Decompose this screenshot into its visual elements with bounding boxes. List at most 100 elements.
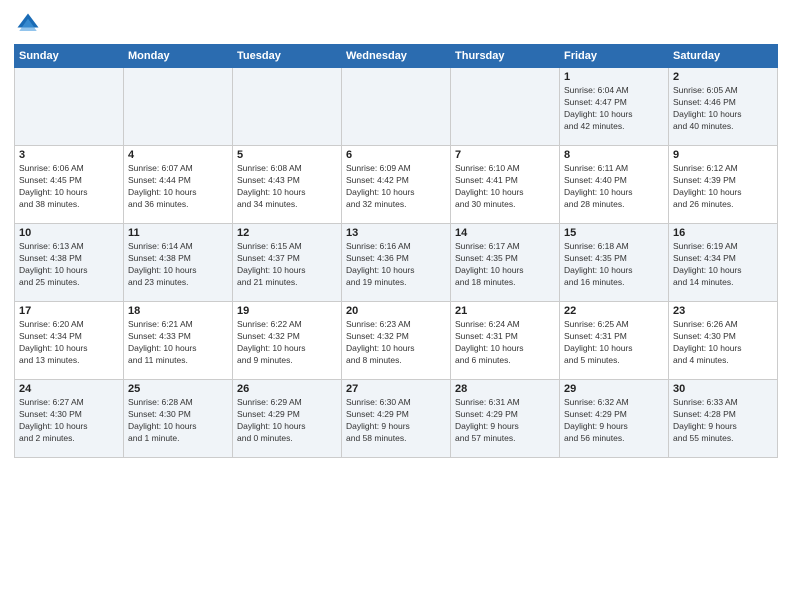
day-info: Sunrise: 6:28 AM Sunset: 4:30 PM Dayligh… (128, 397, 228, 445)
weekday-header-saturday: Saturday (669, 45, 778, 68)
day-info: Sunrise: 6:24 AM Sunset: 4:31 PM Dayligh… (455, 319, 555, 367)
day-info: Sunrise: 6:04 AM Sunset: 4:47 PM Dayligh… (564, 85, 664, 133)
day-info: Sunrise: 6:09 AM Sunset: 4:42 PM Dayligh… (346, 163, 446, 211)
calendar-row-1: 3 Sunrise: 6:06 AM Sunset: 4:45 PM Daylig… (15, 146, 778, 224)
day-number: 5 (237, 149, 337, 161)
day-number: 21 (455, 305, 555, 317)
day-info: Sunrise: 6:17 AM Sunset: 4:35 PM Dayligh… (455, 241, 555, 289)
calendar-cell: 11 Sunrise: 6:14 AM Sunset: 4:38 PM Dayli… (124, 224, 233, 302)
day-info: Sunrise: 6:05 AM Sunset: 4:46 PM Dayligh… (673, 85, 773, 133)
day-info: Sunrise: 6:23 AM Sunset: 4:32 PM Dayligh… (346, 319, 446, 367)
day-number: 12 (237, 227, 337, 239)
calendar-row-2: 10 Sunrise: 6:13 AM Sunset: 4:38 PM Dayli… (15, 224, 778, 302)
calendar-cell: 1 Sunrise: 6:04 AM Sunset: 4:47 PM Daylig… (560, 68, 669, 146)
day-info: Sunrise: 6:26 AM Sunset: 4:30 PM Dayligh… (673, 319, 773, 367)
calendar-cell (15, 68, 124, 146)
calendar-cell: 15 Sunrise: 6:18 AM Sunset: 4:35 PM Dayli… (560, 224, 669, 302)
day-number: 22 (564, 305, 664, 317)
weekday-header-friday: Friday (560, 45, 669, 68)
calendar-cell: 18 Sunrise: 6:21 AM Sunset: 4:33 PM Dayli… (124, 302, 233, 380)
calendar-row-0: 1 Sunrise: 6:04 AM Sunset: 4:47 PM Daylig… (15, 68, 778, 146)
day-info: Sunrise: 6:31 AM Sunset: 4:29 PM Dayligh… (455, 397, 555, 445)
day-info: Sunrise: 6:32 AM Sunset: 4:29 PM Dayligh… (564, 397, 664, 445)
calendar-cell: 13Sunrise: 6:16 AM Sunset: 4:36 PM Dayli… (342, 224, 451, 302)
day-number: 25 (128, 383, 228, 395)
day-number: 3 (19, 149, 119, 161)
day-info: Sunrise: 6:19 AM Sunset: 4:34 PM Dayligh… (673, 241, 773, 289)
day-number: 9 (673, 149, 773, 161)
calendar-cell: 19 Sunrise: 6:22 AM Sunset: 4:32 PM Dayli… (233, 302, 342, 380)
day-number: 16 (673, 227, 773, 239)
calendar-row-3: 17 Sunrise: 6:20 AM Sunset: 4:34 PM Dayli… (15, 302, 778, 380)
calendar-cell: 16 Sunrise: 6:19 AM Sunset: 4:34 PM Dayli… (669, 224, 778, 302)
day-number: 15 (564, 227, 664, 239)
day-number: 28 (455, 383, 555, 395)
day-info: Sunrise: 6:22 AM Sunset: 4:32 PM Dayligh… (237, 319, 337, 367)
day-info: Sunrise: 6:06 AM Sunset: 4:45 PM Dayligh… (19, 163, 119, 211)
day-info: Sunrise: 6:14 AM Sunset: 4:38 PM Dayligh… (128, 241, 228, 289)
day-number: 20 (346, 305, 446, 317)
calendar-cell (342, 68, 451, 146)
day-number: 14 (455, 227, 555, 239)
weekday-header-thursday: Thursday (451, 45, 560, 68)
day-number: 26 (237, 383, 337, 395)
calendar-cell: 29 Sunrise: 6:32 AM Sunset: 4:29 PM Dayli… (560, 380, 669, 458)
day-info: Sunrise: 6:12 AM Sunset: 4:39 PM Dayligh… (673, 163, 773, 211)
day-info: Sunrise: 6:13 AM Sunset: 4:38 PM Dayligh… (19, 241, 119, 289)
calendar-cell: 25 Sunrise: 6:28 AM Sunset: 4:30 PM Dayli… (124, 380, 233, 458)
day-number: 23 (673, 305, 773, 317)
day-info: Sunrise: 6:33 AM Sunset: 4:28 PM Dayligh… (673, 397, 773, 445)
day-number: 27 (346, 383, 446, 395)
weekday-header-wednesday: Wednesday (342, 45, 451, 68)
day-info: Sunrise: 6:15 AM Sunset: 4:37 PM Dayligh… (237, 241, 337, 289)
calendar-table: SundayMondayTuesdayWednesdayThursdayFrid… (14, 44, 778, 458)
day-info: Sunrise: 6:20 AM Sunset: 4:34 PM Dayligh… (19, 319, 119, 367)
day-info: Sunrise: 6:18 AM Sunset: 4:35 PM Dayligh… (564, 241, 664, 289)
calendar-cell: 8Sunrise: 6:11 AM Sunset: 4:40 PM Daylig… (560, 146, 669, 224)
weekday-header-monday: Monday (124, 45, 233, 68)
calendar-cell (451, 68, 560, 146)
day-info: Sunrise: 6:29 AM Sunset: 4:29 PM Dayligh… (237, 397, 337, 445)
calendar-cell: 4 Sunrise: 6:07 AM Sunset: 4:44 PM Daylig… (124, 146, 233, 224)
day-number: 10 (19, 227, 119, 239)
page-container: SundayMondayTuesdayWednesdayThursdayFrid… (0, 0, 792, 466)
calendar-cell: 2 Sunrise: 6:05 AM Sunset: 4:46 PM Daylig… (669, 68, 778, 146)
calendar-cell (233, 68, 342, 146)
day-number: 8 (564, 149, 664, 161)
calendar-cell: 14 Sunrise: 6:17 AM Sunset: 4:35 PM Dayli… (451, 224, 560, 302)
calendar-cell: 10 Sunrise: 6:13 AM Sunset: 4:38 PM Dayli… (15, 224, 124, 302)
calendar-cell: 17 Sunrise: 6:20 AM Sunset: 4:34 PM Dayli… (15, 302, 124, 380)
day-info: Sunrise: 6:08 AM Sunset: 4:43 PM Dayligh… (237, 163, 337, 211)
calendar-cell: 28 Sunrise: 6:31 AM Sunset: 4:29 PM Dayli… (451, 380, 560, 458)
calendar-cell: 9 Sunrise: 6:12 AM Sunset: 4:39 PM Daylig… (669, 146, 778, 224)
day-number: 19 (237, 305, 337, 317)
calendar-cell: 5 Sunrise: 6:08 AM Sunset: 4:43 PM Daylig… (233, 146, 342, 224)
calendar-cell: 21 Sunrise: 6:24 AM Sunset: 4:31 PM Dayli… (451, 302, 560, 380)
header (14, 10, 778, 38)
day-number: 29 (564, 383, 664, 395)
day-number: 7 (455, 149, 555, 161)
calendar-cell: 12 Sunrise: 6:15 AM Sunset: 4:37 PM Dayli… (233, 224, 342, 302)
calendar-cell: 27 Sunrise: 6:30 AM Sunset: 4:29 PM Dayli… (342, 380, 451, 458)
day-number: 2 (673, 71, 773, 83)
day-info: Sunrise: 6:07 AM Sunset: 4:44 PM Dayligh… (128, 163, 228, 211)
day-number: 11 (128, 227, 228, 239)
day-info: Sunrise: 6:16 AM Sunset: 4:36 PM Dayligh… (346, 241, 446, 289)
calendar-cell: 3 Sunrise: 6:06 AM Sunset: 4:45 PM Daylig… (15, 146, 124, 224)
calendar-row-4: 24Sunrise: 6:27 AM Sunset: 4:30 PM Dayli… (15, 380, 778, 458)
logo (14, 10, 46, 38)
day-info: Sunrise: 6:27 AM Sunset: 4:30 PM Dayligh… (19, 397, 119, 445)
day-number: 17 (19, 305, 119, 317)
day-info: Sunrise: 6:30 AM Sunset: 4:29 PM Dayligh… (346, 397, 446, 445)
day-number: 6 (346, 149, 446, 161)
weekday-header-row: SundayMondayTuesdayWednesdayThursdayFrid… (15, 45, 778, 68)
calendar-cell: 23 Sunrise: 6:26 AM Sunset: 4:30 PM Dayli… (669, 302, 778, 380)
calendar-cell (124, 68, 233, 146)
weekday-header-tuesday: Tuesday (233, 45, 342, 68)
day-number: 18 (128, 305, 228, 317)
day-info: Sunrise: 6:21 AM Sunset: 4:33 PM Dayligh… (128, 319, 228, 367)
day-number: 4 (128, 149, 228, 161)
calendar-cell: 24Sunrise: 6:27 AM Sunset: 4:30 PM Dayli… (15, 380, 124, 458)
day-number: 1 (564, 71, 664, 83)
calendar-cell: 20 Sunrise: 6:23 AM Sunset: 4:32 PM Dayli… (342, 302, 451, 380)
